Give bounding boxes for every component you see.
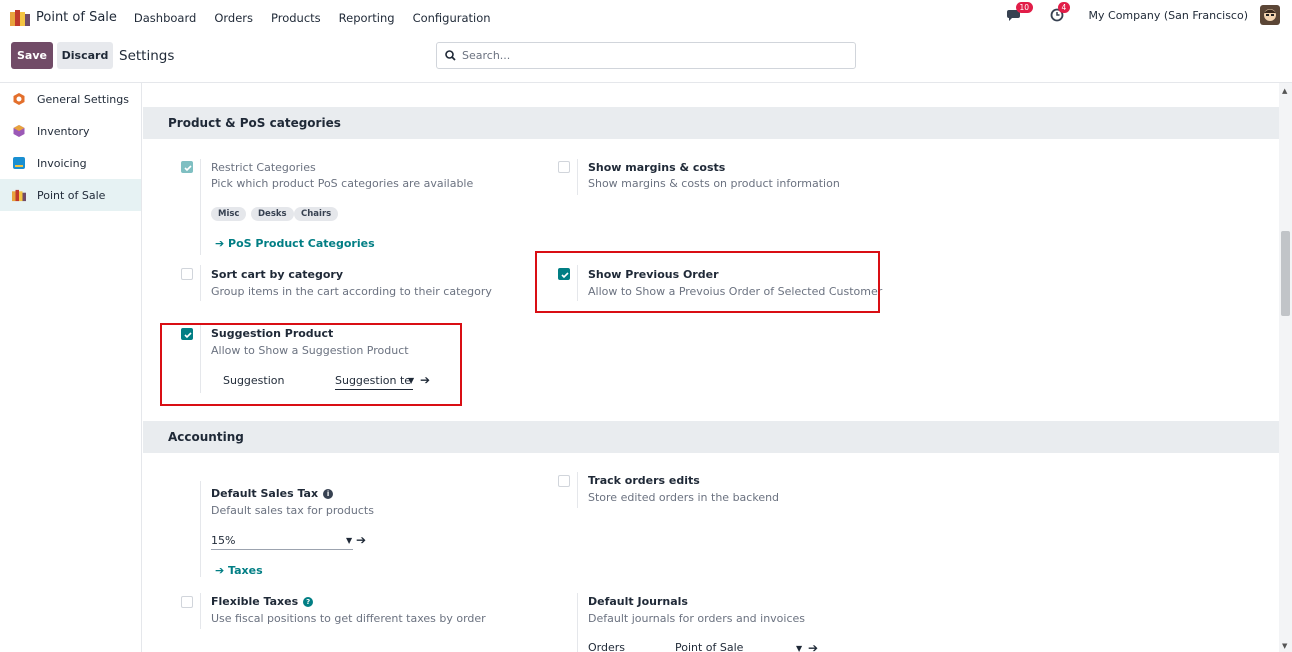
restrict-categories-checkbox[interactable] xyxy=(181,161,193,173)
sidebar-item-inventory[interactable]: Inventory xyxy=(0,115,141,147)
link-label: PoS Product Categories xyxy=(228,237,375,250)
divider xyxy=(200,593,201,629)
company-switcher[interactable]: My Company (San Francisco) xyxy=(1089,9,1248,22)
divider xyxy=(577,159,578,195)
divider xyxy=(200,265,201,301)
sidebar-item-label: Inventory xyxy=(37,124,90,138)
settings-content: Product & PoS categories Restrict Catego… xyxy=(143,83,1279,652)
flexible-taxes-desc: Use fiscal positions to get different ta… xyxy=(211,612,486,625)
app-brand[interactable]: Point of Sale xyxy=(10,9,117,26)
flexible-taxes-checkbox[interactable] xyxy=(181,596,193,608)
sidebar-item-point-of-sale[interactable]: Point of Sale xyxy=(0,179,141,211)
menu-reporting[interactable]: Reporting xyxy=(339,11,395,25)
pos-product-categories-link[interactable]: ➔ PoS Product Categories xyxy=(215,237,375,250)
scroll-up-icon[interactable]: ▲ xyxy=(1282,87,1287,95)
sort-cart-desc: Group items in the cart according to the… xyxy=(211,285,492,298)
show-margins-checkbox[interactable] xyxy=(558,161,570,173)
title-text: Default Sales Tax xyxy=(211,487,319,500)
title-text: Flexible Taxes xyxy=(211,595,299,608)
activities-badge: 4 xyxy=(1057,2,1071,13)
sidebar-item-general-settings[interactable]: General Settings xyxy=(0,83,141,115)
chevron-down-icon[interactable]: ▼ xyxy=(346,536,352,545)
divider xyxy=(577,593,578,652)
user-avatar[interactable] xyxy=(1260,5,1280,25)
show-margins-desc: Show margins & costs on product informat… xyxy=(588,177,840,190)
page-title: Settings xyxy=(119,48,175,64)
section-header-accounting: Accounting xyxy=(143,421,1279,453)
save-button[interactable]: Save xyxy=(11,42,53,69)
default-journals-title: Default Journals xyxy=(588,595,688,608)
section-header-product-categories: Product & PoS categories xyxy=(143,107,1279,139)
menu-orders[interactable]: Orders xyxy=(214,11,253,25)
check-icon xyxy=(184,165,192,172)
scroll-down-icon[interactable]: ▼ xyxy=(1282,642,1287,650)
orders-journal-select[interactable]: Point of Sale xyxy=(675,641,801,652)
invoicing-icon xyxy=(12,156,26,170)
search-input[interactable] xyxy=(462,49,842,62)
show-margins-title: Show margins & costs xyxy=(588,161,726,174)
default-sales-tax-select[interactable]: 15% xyxy=(211,534,353,550)
sidebar-item-label: General Settings xyxy=(37,92,129,106)
highlight-box-suggestion-product xyxy=(160,323,462,406)
pos-logo-icon xyxy=(10,9,30,26)
taxes-link[interactable]: ➔ Taxes xyxy=(215,564,263,577)
default-journals-desc: Default journals for orders and invoices xyxy=(588,612,806,625)
flexible-taxes-title: Flexible Taxes? xyxy=(211,595,314,608)
scroll-thumb[interactable] xyxy=(1281,231,1290,316)
sidebar-item-invoicing[interactable]: Invoicing xyxy=(0,147,141,179)
track-orders-edits-checkbox[interactable] xyxy=(558,475,570,487)
main-menu: Dashboard Orders Products Reporting Conf… xyxy=(134,11,509,25)
track-orders-edits-desc: Store edited orders in the backend xyxy=(588,491,780,504)
menu-dashboard[interactable]: Dashboard xyxy=(134,11,196,25)
link-label: Taxes xyxy=(228,564,263,577)
category-tag[interactable]: Desks xyxy=(251,207,294,221)
inventory-icon xyxy=(12,124,26,138)
discard-button[interactable]: Discard xyxy=(57,42,113,69)
orders-journal-label: Orders xyxy=(588,641,625,652)
help-icon[interactable]: ? xyxy=(303,597,314,607)
highlight-box-previous-order xyxy=(535,251,880,313)
restrict-categories-title: Restrict Categories xyxy=(211,161,316,174)
info-icon[interactable]: i xyxy=(323,489,334,499)
sort-cart-title: Sort cart by category xyxy=(211,268,344,281)
default-sales-tax-value: 15% xyxy=(211,534,236,547)
external-link-arrow-icon[interactable]: ➔ xyxy=(356,533,366,547)
divider xyxy=(200,159,201,255)
category-tag[interactable]: Misc xyxy=(211,207,247,221)
sidebar-item-label: Invoicing xyxy=(37,156,87,170)
top-navbar: Point of Sale Dashboard Orders Products … xyxy=(0,0,1292,35)
avatar-face-icon xyxy=(1264,9,1276,21)
general-settings-icon xyxy=(12,92,26,106)
arrow-right-icon: ➔ xyxy=(215,237,229,250)
restrict-categories-desc: Pick which product PoS categories are av… xyxy=(211,177,474,190)
menu-configuration[interactable]: Configuration xyxy=(413,11,491,25)
activities-button[interactable]: 4 xyxy=(1047,2,1071,25)
sidebar-item-label: Point of Sale xyxy=(37,188,106,202)
search-icon xyxy=(445,50,456,61)
pos-icon xyxy=(12,188,26,202)
arrow-right-icon: ➔ xyxy=(215,564,229,577)
control-panel: Save Discard Settings xyxy=(0,35,1292,83)
track-orders-edits-title: Track orders edits xyxy=(588,474,700,487)
sort-cart-checkbox[interactable] xyxy=(181,268,193,280)
messages-button[interactable]: 10 xyxy=(1005,2,1034,25)
divider xyxy=(577,472,578,508)
orders-journal-value: Point of Sale xyxy=(675,641,744,652)
systray: 10 4 My Company (San Francisco) xyxy=(1005,2,1280,25)
search-bar[interactable] xyxy=(436,42,856,69)
vertical-scrollbar[interactable]: ▲ ▼ xyxy=(1279,83,1292,652)
default-sales-tax-title: Default Sales Tax i xyxy=(211,487,334,500)
category-tag[interactable]: Chairs xyxy=(294,207,339,221)
app-name: Point of Sale xyxy=(36,10,117,25)
external-link-arrow-icon[interactable]: ➔ xyxy=(808,641,818,652)
messages-badge: 10 xyxy=(1015,2,1034,13)
settings-sidebar: General Settings Inventory Invoicing Poi… xyxy=(0,83,142,652)
menu-products[interactable]: Products xyxy=(271,11,321,25)
divider xyxy=(200,481,201,577)
chevron-down-icon[interactable]: ▼ xyxy=(796,644,802,652)
default-sales-tax-desc: Default sales tax for products xyxy=(211,504,374,517)
